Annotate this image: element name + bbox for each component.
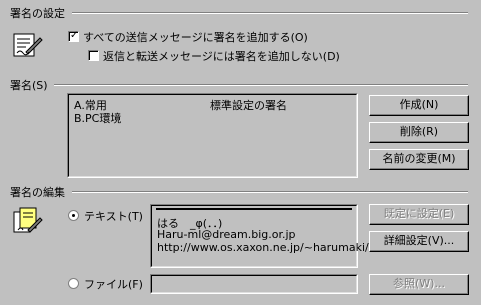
- signature-name: B.PC環境: [74, 112, 122, 125]
- text-radio[interactable]: [68, 210, 79, 221]
- settings-divider: [72, 12, 468, 14]
- rename-button[interactable]: 名前の変更(M): [369, 149, 469, 170]
- signature-list[interactable]: A.常用 標準設定の署名 B.PC環境: [67, 93, 358, 178]
- text-area-top-line: [156, 208, 352, 210]
- file-path-input[interactable]: [150, 274, 358, 294]
- create-button[interactable]: 作成(N): [369, 95, 469, 116]
- browse-button[interactable]: 参照(W)...: [369, 274, 469, 295]
- no-signature-reply-checkbox[interactable]: [88, 50, 99, 61]
- signature-settings-icon: [12, 30, 44, 60]
- signature-text-line: http://www.os.xaxon.ne.jp/~harumaki/: [157, 241, 369, 254]
- advanced-settings-button[interactable]: 詳細設定(V)...: [369, 231, 469, 252]
- signature-divider: [54, 84, 468, 86]
- edit-divider: [72, 191, 468, 193]
- list-item[interactable]: B.PC環境: [74, 110, 121, 126]
- settings-section-title: 署名の設定: [10, 7, 65, 20]
- default-signature-note: 標準設定の署名: [210, 99, 287, 112]
- set-default-button[interactable]: 既定に設定(E): [369, 204, 469, 225]
- signature-edit-icon: [12, 206, 44, 236]
- signature-text-line: Haru-ml@dream.big.or.jp: [157, 228, 296, 241]
- signature-section-title: 署名(S): [10, 79, 48, 92]
- checkmark-icon: ✓: [70, 30, 79, 41]
- file-radio[interactable]: [68, 278, 79, 289]
- add-signature-all-checkbox[interactable]: ✓: [68, 30, 79, 42]
- edit-section-title: 署名の編集: [10, 186, 65, 199]
- text-radio-label: テキスト(T): [84, 210, 143, 223]
- signature-text-area[interactable]: はる _φ(．．) Haru-ml@dream.big.or.jp http:/…: [150, 204, 369, 268]
- no-signature-reply-label: 返信と転送メッセージには署名を追加しない(D): [103, 50, 340, 63]
- file-radio-label: ファイル(F): [84, 278, 143, 291]
- add-signature-all-label: すべての送信メッセージに署名を追加する(O): [83, 31, 308, 44]
- delete-button[interactable]: 削除(R): [369, 122, 469, 143]
